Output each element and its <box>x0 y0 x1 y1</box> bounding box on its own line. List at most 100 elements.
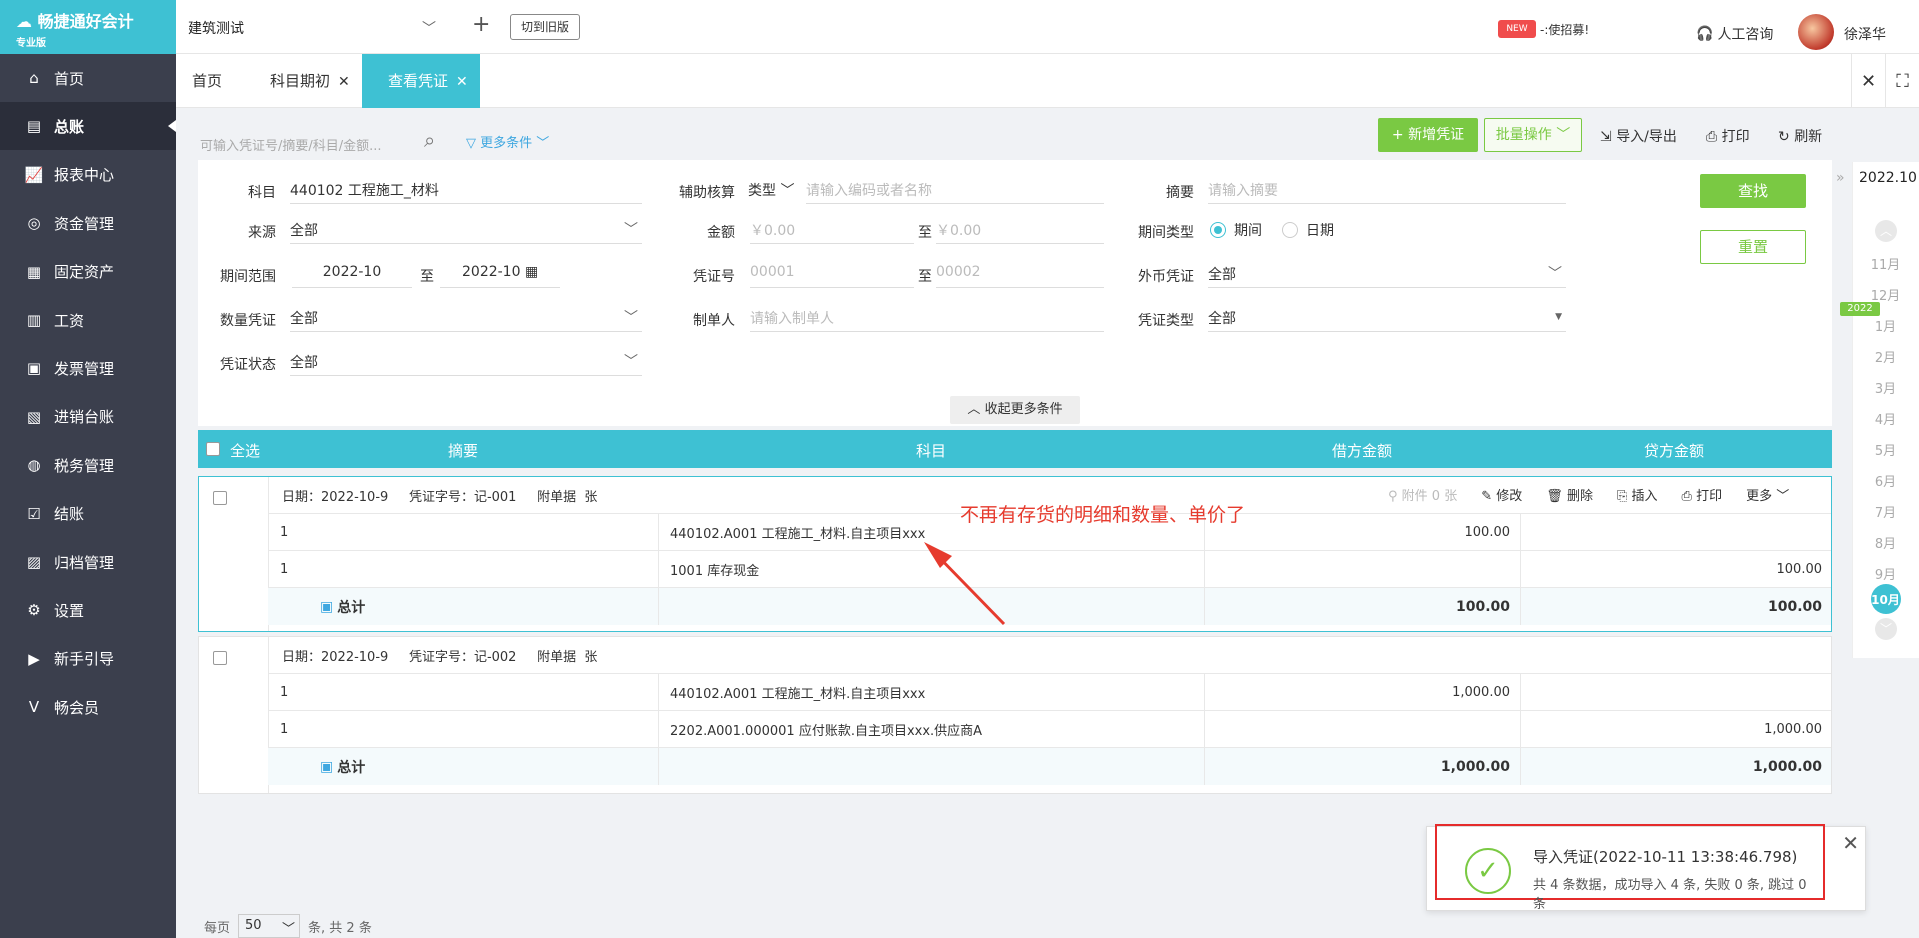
summary-cell[interactable]: 1 <box>280 674 288 710</box>
qty-select[interactable]: 全部 ﹀ <box>290 304 642 332</box>
recruit-link[interactable]: NEW -:使招募! <box>1498 20 1589 38</box>
scroll-up-icon[interactable]: ︿ <box>1875 220 1897 242</box>
credit-cell[interactable]: 1,000.00 <box>1520 711 1822 747</box>
find-button[interactable]: 查找 <box>1700 174 1806 208</box>
close-all-tabs-icon[interactable]: ✕ <box>1851 54 1885 108</box>
delete-button[interactable]: 🗑 删除 <box>1546 485 1593 504</box>
sidebar-item-money-bag[interactable]: ◎ 资金管理 <box>0 199 176 247</box>
fullscreen-icon[interactable]: ⛶ <box>1885 54 1919 108</box>
reset-button[interactable]: 重置 <box>1700 230 1806 264</box>
collapse-side-icon[interactable]: » <box>1836 170 1845 186</box>
select-all-checkbox[interactable] <box>206 442 220 456</box>
search-icon[interactable]: ⌕ <box>424 128 435 152</box>
month-item[interactable]: 9月 <box>1852 564 1919 583</box>
month-item[interactable]: 5月 <box>1852 440 1919 459</box>
brand-area[interactable]: ☁ 畅捷通好会计 专业版 <box>0 0 176 54</box>
tab-subject-opening[interactable]: 科目期初 ✕ <box>254 54 366 108</box>
sidebar-item-inventory[interactable]: ▧ 进销台账 <box>0 393 176 441</box>
scroll-down-icon[interactable]: ﹀ <box>1875 618 1897 640</box>
source-select[interactable]: 全部 ﹀ <box>290 216 642 244</box>
aux-field[interactable]: 请输入编码或者名称 <box>806 176 1104 204</box>
refresh-button[interactable]: ↻ 刷新 <box>1778 126 1822 146</box>
user-name[interactable]: 徐泽华 <box>1844 24 1886 44</box>
switch-old-version-button[interactable]: 切到旧版 <box>510 14 580 40</box>
close-icon[interactable]: ✕ <box>338 74 350 90</box>
sidebar-item-gear[interactable]: ⚙ 设置 <box>0 586 176 634</box>
table-row[interactable]: 1 2202.A001.000001 应付账款.自主项目xxx.供应商A 1,000… <box>268 710 1831 747</box>
table-row[interactable]: 1 440102.A001 工程施工_材料.自主项目xxx 1,000.00 <box>268 673 1831 710</box>
voucher-group[interactable]: 日期：2022-10-9 凭证字号：记-002 附单据 张 1 440102.A00… <box>198 636 1832 794</box>
insert-button[interactable]: ⎘ 插入 <box>1617 485 1658 504</box>
voucher-from-field[interactable]: 00001 <box>750 260 914 288</box>
new-voucher-button[interactable]: + 新增凭证 <box>1378 118 1478 152</box>
add-company-button[interactable]: + <box>472 12 490 37</box>
credit-cell[interactable]: 100.00 <box>1520 551 1823 587</box>
summary-cell[interactable]: 1 <box>280 551 288 587</box>
debit-cell[interactable]: 1,000.00 <box>1204 674 1510 710</box>
period-from-field[interactable]: 2022-10 <box>292 260 412 288</box>
attachment-button[interactable]: ⚲ 附件 0 张 <box>1388 485 1457 504</box>
subject-cell[interactable]: 440102.A001 工程施工_材料.自主项目xxx <box>670 674 925 710</box>
credit-cell[interactable] <box>1520 514 1822 550</box>
voucher-to-field[interactable]: 00002 <box>936 260 1104 288</box>
print-voucher-button[interactable]: ⎙ 打印 <box>1682 485 1723 504</box>
date-radio[interactable]: 日期 <box>1282 220 1334 240</box>
tab-home[interactable]: 首页 <box>176 54 238 108</box>
sidebar-item-home[interactable]: ⌂ 首页 <box>0 54 176 102</box>
more-button[interactable]: 更多 ﹀ <box>1746 485 1789 504</box>
company-select[interactable]: 建筑测试 ﹀ <box>188 18 448 40</box>
month-item[interactable]: 1月 <box>1852 316 1919 335</box>
subject-cell[interactable]: 1001 库存现金 <box>670 551 759 587</box>
subject-cell[interactable]: 2202.A001.000001 应付账款.自主项目xxx.供应商A <box>670 711 982 747</box>
import-export-button[interactable]: ⇲ 导入/导出 <box>1600 126 1677 146</box>
summary-cell[interactable]: 1 <box>280 514 288 550</box>
tab-view-voucher[interactable]: 查看凭证 ✕ <box>362 54 480 108</box>
print-button[interactable]: ⎙ 打印 <box>1706 126 1750 146</box>
sidebar-item-vip[interactable]: V 畅会员 <box>0 683 176 731</box>
sidebar-item-salary[interactable]: ▥ 工资 <box>0 296 176 344</box>
sidebar-item-tax[interactable]: ◍ 税务管理 <box>0 441 176 489</box>
close-icon[interactable]: ✕ <box>456 74 468 90</box>
page-size-select[interactable]: 50 ﹀ <box>238 914 301 938</box>
consult-button[interactable]: 🎧 人工咨询 <box>1696 24 1773 44</box>
maker-field[interactable]: 请输入制单人 <box>750 304 1104 332</box>
period-radio[interactable]: 期间 <box>1210 220 1262 240</box>
sidebar-item-building[interactable]: ▦ 固定资产 <box>0 248 176 296</box>
subject-cell[interactable]: 440102.A001 工程施工_材料.自主项目xxx <box>670 514 925 550</box>
aux-type-select[interactable]: 类型 ﹀ <box>748 176 804 204</box>
avatar[interactable] <box>1798 14 1834 50</box>
month-item[interactable]: 12月 <box>1852 285 1919 304</box>
sidebar-item-ledger[interactable]: ▤ 总账 <box>0 102 176 151</box>
fx-select[interactable]: 全部 ﹀ <box>1208 260 1566 288</box>
debit-cell[interactable] <box>1204 711 1510 747</box>
sidebar-item-invoice[interactable]: ▣ 发票管理 <box>0 344 176 392</box>
collapse-conditions-button[interactable]: ︿ 收起更多条件 <box>950 396 1080 424</box>
month-item[interactable]: 8月 <box>1852 533 1919 552</box>
subject-field[interactable]: 440102 工程施工_材料 <box>290 176 642 204</box>
sidebar-item-checkout[interactable]: ☑ 结账 <box>0 490 176 538</box>
summary-field[interactable]: 请输入摘要 <box>1208 176 1566 204</box>
sidebar-item-guide[interactable]: ▶ 新手引导 <box>0 635 176 683</box>
month-item[interactable]: 10月 <box>1852 591 1919 608</box>
amount-to-field[interactable]: ￥0.00 <box>936 216 1104 244</box>
period-to-field[interactable]: 2022-10 ▦ <box>440 260 560 288</box>
voucher-checkbox[interactable] <box>213 651 227 665</box>
summary-cell[interactable]: 1 <box>280 711 288 747</box>
month-item[interactable]: 6月 <box>1852 471 1919 490</box>
month-item[interactable]: 11月 <box>1852 254 1919 273</box>
month-item[interactable]: 3月 <box>1852 378 1919 397</box>
month-item[interactable]: 4月 <box>1852 409 1919 428</box>
table-row[interactable]: 1 1001 库存现金 100.00 <box>268 550 1831 587</box>
month-item[interactable]: 2月 <box>1852 347 1919 366</box>
edit-button[interactable]: ✎ 修改 <box>1481 485 1522 504</box>
sidebar-item-archive[interactable]: ▨ 归档管理 <box>0 538 176 586</box>
search-input[interactable]: 可输入凭证号/摘要/科目/金额... <box>200 125 430 161</box>
close-icon[interactable]: ✕ <box>1842 831 1859 855</box>
more-conditions-button[interactable]: ▽ 更多条件 ﹀ <box>466 132 549 151</box>
credit-cell[interactable] <box>1520 674 1822 710</box>
vtype-select[interactable]: 全部 ▼ <box>1208 304 1566 332</box>
debit-cell[interactable]: 100.00 <box>1204 514 1511 550</box>
voucher-checkbox[interactable] <box>213 491 227 505</box>
debit-cell[interactable] <box>1204 551 1510 587</box>
status-select[interactable]: 全部 ﹀ <box>290 348 642 376</box>
